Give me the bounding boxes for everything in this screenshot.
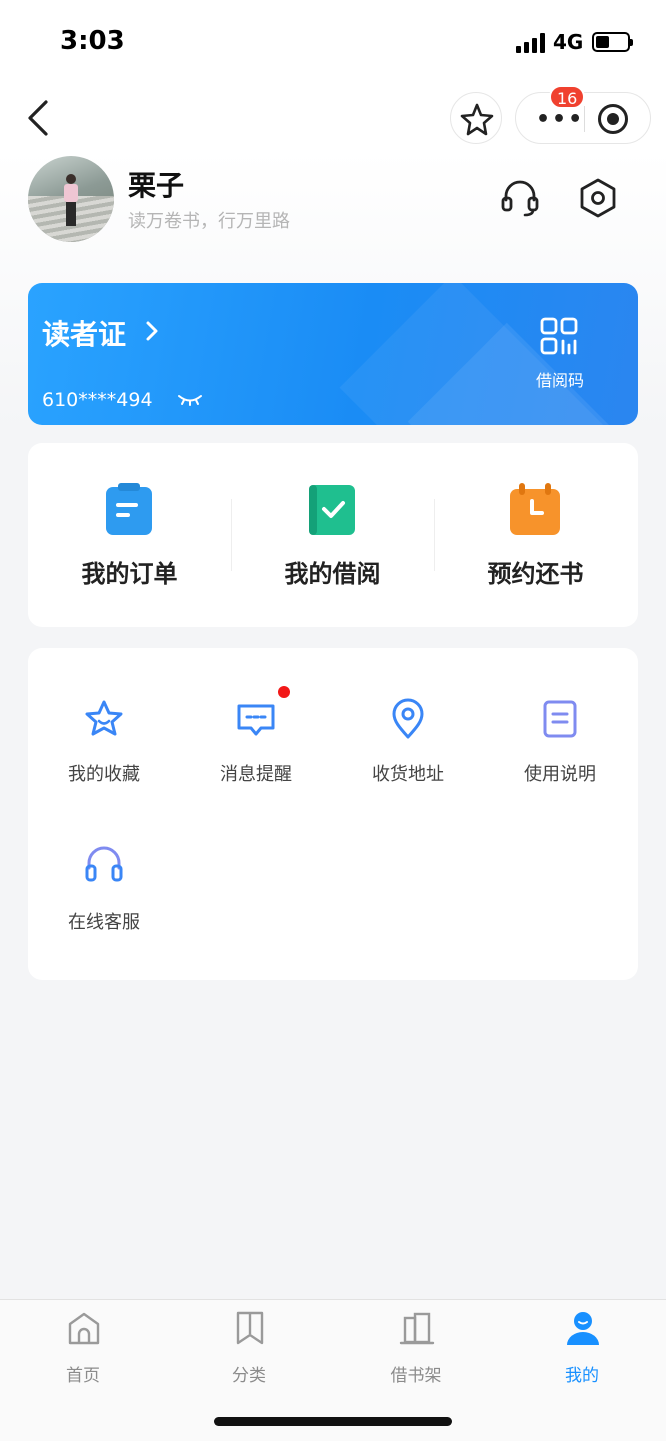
messages-label: 消息提醒 <box>220 764 292 785</box>
tab-category[interactable]: 分类 <box>194 1310 304 1390</box>
bookshelf-icon <box>399 1310 435 1346</box>
reader-card-number: 610****494 <box>42 389 153 411</box>
network-type: 4G <box>553 30 584 54</box>
quick-actions-panel: 我的订单 我的借阅 预约还书 <box>28 443 638 627</box>
location-pin-icon <box>387 698 429 740</box>
tab-mine[interactable]: 我的 <box>527 1310 637 1390</box>
person-icon <box>565 1310 601 1346</box>
my-borrows-button[interactable]: 我的借阅 <box>231 443 434 627</box>
bookmark-icon <box>232 1310 268 1346</box>
borrow-code-label: 借阅码 <box>535 371 584 390</box>
reserve-return-label: 预约还书 <box>487 560 584 588</box>
order-clipboard-icon <box>104 483 154 537</box>
message-icon <box>235 698 277 740</box>
online-service-button[interactable]: 在线客服 <box>28 842 180 962</box>
user-guide-label: 使用说明 <box>524 764 596 785</box>
status-bar: 3:03 4G <box>0 0 666 84</box>
user-motto: 读万卷书，行万里路 <box>128 211 290 232</box>
tab-category-label: 分类 <box>232 1366 266 1386</box>
reserve-return-button[interactable]: 预约还书 <box>434 443 637 627</box>
my-orders-label: 我的订单 <box>81 560 178 588</box>
tab-bookshelf-label: 借书架 <box>390 1366 442 1386</box>
capsule-divider <box>584 106 585 132</box>
reader-card-title[interactable]: 读者证 <box>42 313 126 353</box>
shipping-address-label: 收货地址 <box>372 764 444 785</box>
tab-home[interactable]: 首页 <box>28 1310 138 1390</box>
close-target-icon[interactable] <box>598 104 628 134</box>
tab-bookshelf[interactable]: 借书架 <box>361 1310 471 1390</box>
document-icon <box>539 698 581 740</box>
favorite-button[interactable] <box>450 92 502 144</box>
messages-button[interactable]: 消息提醒 <box>180 698 332 818</box>
shipping-address-button[interactable]: 收货地址 <box>332 698 484 818</box>
chevron-right-icon[interactable] <box>144 320 160 342</box>
services-panel: 我的收藏 消息提醒 收货地址 使用说明 在线客服 <box>28 648 638 980</box>
my-favorites-button[interactable]: 我的收藏 <box>28 698 180 818</box>
tab-home-label: 首页 <box>66 1366 100 1386</box>
reader-card[interactable]: 读者证 610****494 借阅码 <box>28 283 638 425</box>
borrow-check-book-icon <box>307 483 357 537</box>
tab-mine-label: 我的 <box>565 1366 599 1386</box>
my-borrows-label: 我的借阅 <box>284 560 381 588</box>
star-outline-icon <box>460 103 494 136</box>
star-icon <box>83 698 125 740</box>
back-button[interactable] <box>22 96 58 140</box>
customer-service-button[interactable] <box>498 176 542 220</box>
battery-icon <box>592 32 633 52</box>
user-name: 栗子 <box>128 169 185 202</box>
unread-dot <box>278 686 290 698</box>
status-time: 3:03 <box>60 26 125 56</box>
chevron-left-icon <box>28 100 48 136</box>
hexagon-settings-icon <box>580 178 616 218</box>
headphones-icon <box>83 842 125 884</box>
my-favorites-label: 我的收藏 <box>68 764 140 785</box>
online-service-label: 在线客服 <box>68 912 140 933</box>
home-icon <box>66 1310 102 1346</box>
notification-badge: 16 <box>549 85 586 109</box>
eye-closed-icon[interactable] <box>176 391 204 409</box>
more-dots-icon[interactable]: ••• <box>536 107 584 132</box>
my-orders-button[interactable]: 我的订单 <box>28 443 231 627</box>
borrow-code-button[interactable]: 借阅码 <box>526 317 594 397</box>
settings-button[interactable] <box>576 174 620 222</box>
headset-icon <box>501 180 539 217</box>
avatar[interactable] <box>28 156 114 242</box>
reserve-calendar-icon <box>510 483 560 537</box>
mini-program-capsule: ••• 16 <box>515 85 651 144</box>
cellular-signal-icon <box>516 33 546 53</box>
qr-code-icon <box>540 317 578 355</box>
user-guide-button[interactable]: 使用说明 <box>484 698 636 818</box>
home-indicator <box>214 1417 452 1426</box>
